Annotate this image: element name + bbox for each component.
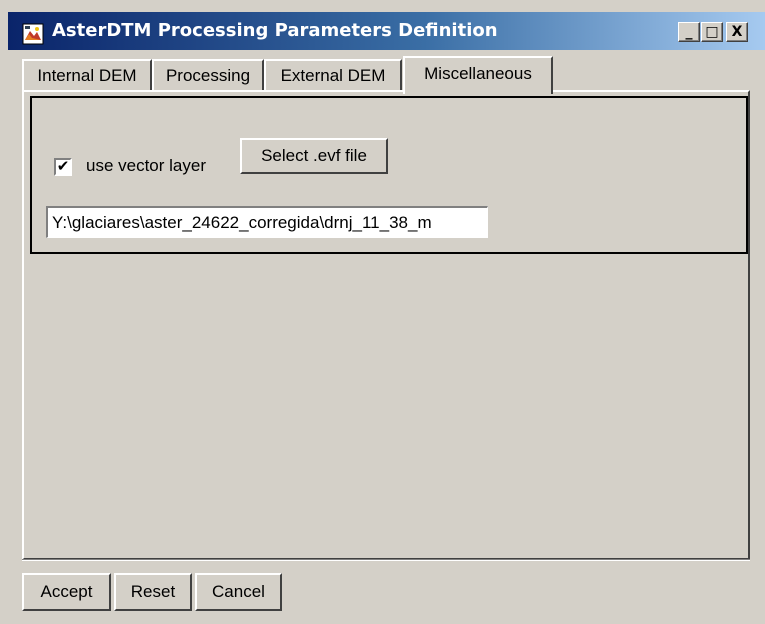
accept-button[interactable]: Accept [22,573,111,611]
vector-layer-group: ✔ use vector layer Select .evf file [30,96,748,254]
tab-processing[interactable]: Processing [152,59,264,92]
file-path-input[interactable] [46,206,488,238]
tab-miscellaneous[interactable]: Miscellaneous [403,56,553,94]
minimize-button[interactable]: _ [678,22,700,42]
title-bar[interactable]: AsterDTM Processing Parameters Definitio… [8,12,765,50]
tab-external-dem[interactable]: External DEM [264,59,402,92]
tab-label: Internal DEM [37,66,137,85]
tab-page-miscellaneous: ✔ use vector layer Select .evf file [22,90,750,560]
maximize-button[interactable]: □ [701,22,723,42]
minimize-icon: _ [685,24,693,40]
tab-label: Miscellaneous [424,64,532,83]
check-icon: ✔ [56,158,70,175]
dialog-window: AsterDTM Processing Parameters Definitio… [0,0,765,624]
cancel-button[interactable]: Cancel [195,573,282,611]
bottom-separator [22,559,750,561]
use-vector-layer-checkbox[interactable]: ✔ [54,158,72,176]
close-button[interactable]: X [726,22,748,42]
select-evf-file-button[interactable]: Select .evf file [240,138,388,174]
app-icon [22,23,44,45]
tab-label: External DEM [280,66,386,85]
tab-internal-dem[interactable]: Internal DEM [22,59,152,92]
reset-button[interactable]: Reset [114,573,192,611]
maximize-icon: □ [705,24,719,40]
close-icon: X [731,24,743,40]
window-title: AsterDTM Processing Parameters Definitio… [52,20,498,41]
tab-label: Processing [165,66,251,85]
use-vector-layer-label[interactable]: use vector layer [86,156,206,176]
